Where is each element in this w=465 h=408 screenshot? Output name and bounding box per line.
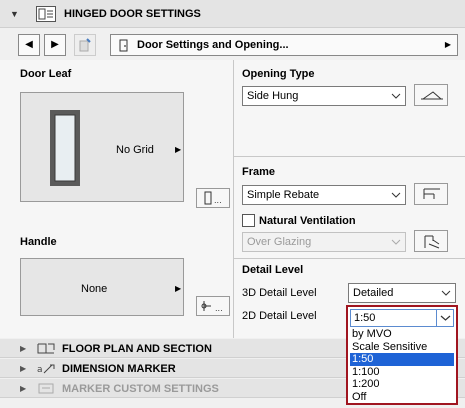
page-list-icon: [79, 38, 91, 52]
handle-value: None: [81, 283, 108, 295]
detail-2d-label: 2D Detail Level: [242, 310, 317, 322]
marker-custom-settings-icon: [38, 383, 54, 394]
frame-button[interactable]: [414, 183, 448, 205]
section-header[interactable]: ▼ HINGED DOOR SETTINGS: [0, 0, 465, 28]
collapse-triangle-icon[interactable]: ▼: [10, 9, 19, 19]
chevron-down-icon: [391, 239, 401, 245]
chevron-right-icon: ▶: [175, 284, 182, 293]
page-navigation-bar: ◀ ▶ Door Settings and Opening... ▶: [18, 34, 458, 56]
handle-settings-button[interactable]: ...: [196, 296, 230, 316]
frame-select[interactable]: Simple Rebate: [242, 185, 406, 205]
door-leaf-value: No Grid: [116, 144, 154, 156]
natural-ventilation-label: Natural Ventilation: [259, 215, 356, 227]
detail-3d-select[interactable]: Detailed: [348, 283, 456, 303]
svg-text:...: ...: [215, 304, 223, 313]
page-selector-label: Door Settings and Opening...: [137, 39, 289, 51]
detail-2d-select[interactable]: 1:50: [350, 309, 454, 327]
dropdown-option-off[interactable]: Off: [350, 391, 454, 404]
opening-type-button[interactable]: [414, 84, 448, 106]
expand-triangle-icon[interactable]: ▶: [20, 364, 26, 373]
door-settings-icon: [36, 6, 56, 22]
door-leaf-label: Door Leaf: [20, 68, 72, 80]
dropdown-option-scale-sensitive[interactable]: Scale Sensitive: [350, 341, 454, 354]
door-leaf-icon: ...: [204, 191, 222, 205]
divider: [234, 258, 465, 259]
handle-preview[interactable]: None ▶: [20, 258, 184, 316]
opening-swing-icon: [421, 91, 443, 100]
floor-plan-section-title: FLOOR PLAN AND SECTION: [62, 343, 212, 355]
expand-triangle-icon[interactable]: ▶: [20, 344, 26, 353]
next-page-button[interactable]: ▶: [44, 34, 66, 56]
detail-3d-label: 3D Detail Level: [242, 287, 317, 299]
chevron-down-icon: [391, 192, 401, 198]
chevron-right-icon: ▶: [175, 145, 182, 154]
door-page-icon: [119, 39, 128, 52]
dropdown-option-1-50[interactable]: 1:50: [350, 353, 454, 366]
previous-page-button[interactable]: ◀: [18, 34, 40, 56]
section-title: HINGED DOOR SETTINGS: [64, 8, 201, 20]
opening-type-select[interactable]: Side Hung: [242, 86, 406, 106]
chevron-down-icon[interactable]: [436, 310, 453, 326]
handle-label: Handle: [20, 236, 57, 248]
svg-text:...: ...: [214, 196, 222, 205]
ventilation-icon: [424, 235, 440, 249]
dropdown-option-1-200[interactable]: 1:200: [350, 378, 454, 391]
chevron-down-icon: [441, 290, 451, 296]
detail-2d-value: 1:50: [354, 312, 376, 324]
frame-profile-icon: [423, 188, 440, 199]
ventilation-button[interactable]: [414, 230, 448, 252]
column-divider: [233, 60, 234, 338]
detail-3d-value: Detailed: [353, 287, 394, 299]
expand-triangle-icon[interactable]: ▶: [20, 384, 26, 393]
opening-type-value: Side Hung: [247, 90, 299, 102]
door-leaf-preview[interactable]: No Grid ▶: [20, 92, 184, 202]
chevron-right-icon: ▶: [444, 40, 451, 49]
dropdown-option-by-mvo[interactable]: by MVO: [350, 328, 454, 341]
ventilation-value: Over Glazing: [247, 236, 312, 248]
frame-label: Frame: [242, 166, 276, 178]
page-selector[interactable]: Door Settings and Opening... ▶: [110, 34, 458, 56]
natural-ventilation-checkbox[interactable]: [242, 214, 255, 227]
detail-level-label: Detail Level: [242, 264, 304, 276]
floor-plan-icon: [37, 343, 55, 354]
door-leaf-glazing-icon: [50, 110, 80, 186]
page-list-button[interactable]: [74, 34, 96, 56]
svg-text:a: a: [37, 365, 43, 375]
divider: [234, 156, 465, 157]
handle-icon: ...: [201, 301, 223, 313]
marker-custom-settings-title: MARKER CUSTOM SETTINGS: [62, 383, 219, 395]
opening-type-label: Opening Type: [242, 68, 315, 80]
detail-2d-dropdown[interactable]: 1:50 by MVO Scale Sensitive 1:50 1:100 1…: [346, 305, 458, 405]
ventilation-select[interactable]: Over Glazing: [242, 232, 406, 252]
frame-value: Simple Rebate: [247, 189, 320, 201]
dimension-marker-section-title: DIMENSION MARKER: [62, 363, 176, 375]
hinged-door-settings-panel: ▼ HINGED DOOR SETTINGS ◀ ▶ Door Settings…: [0, 0, 465, 408]
dropdown-option-1-100[interactable]: 1:100: [350, 366, 454, 379]
dimension-marker-icon: a: [37, 364, 55, 375]
door-leaf-settings-button[interactable]: ...: [196, 188, 230, 208]
chevron-down-icon: [391, 93, 401, 99]
